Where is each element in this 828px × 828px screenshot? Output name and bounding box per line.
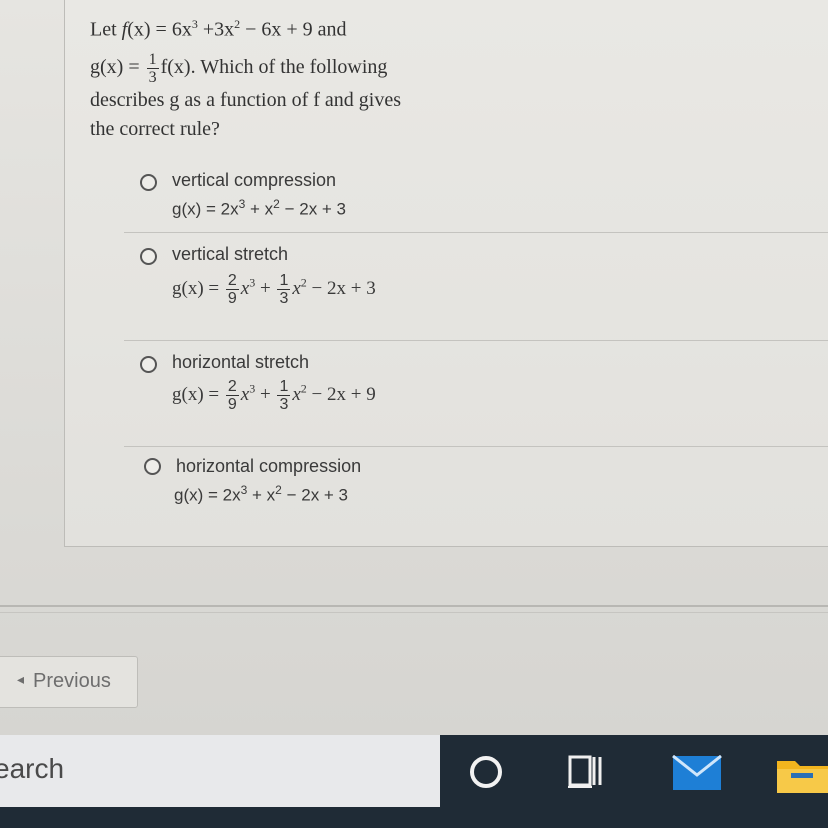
- f-frac-1: 29: [225, 272, 239, 307]
- windows-taskbar: earch: [0, 735, 828, 828]
- footer-divider: [0, 605, 828, 607]
- question-line-4: the correct rule?: [90, 117, 220, 140]
- q-fraction: 13: [146, 50, 159, 86]
- radio-button[interactable]: [144, 458, 161, 475]
- option-vertical-stretch[interactable]: vertical stretch g(x) = 2 9 x3 + 1 3 x2 − 2x…: [128, 244, 828, 338]
- question-line-1: Let f(x) = 6x3 +3x2 − 6x + 9 and: [90, 10, 490, 45]
- option-label: vertical compression: [172, 170, 337, 190]
- task-view-icon[interactable]: [568, 753, 606, 789]
- f-n2: 1: [277, 272, 291, 290]
- f-d1: 9: [227, 396, 237, 413]
- cortana-icon[interactable]: [470, 756, 502, 788]
- q-frac-num: 1: [146, 50, 159, 69]
- option-formula: g(x) = 2x3 + x2 − 2x + 3: [172, 197, 346, 220]
- f-plus: +: [255, 277, 276, 299]
- taskbar-search-box[interactable]: earch: [0, 735, 440, 807]
- q-rest: − 6x + 9 and: [240, 18, 347, 41]
- f-x1: x: [240, 277, 250, 299]
- option-horizontal-compression[interactable]: horizontal compression g(x) = 2x3 + x2 −…: [128, 456, 828, 512]
- option-label: vertical stretch: [172, 244, 289, 264]
- q-mid: +3x: [197, 18, 235, 41]
- q-frac-den: 3: [148, 68, 157, 86]
- question-line-3: describes g as a function of f and gives: [90, 88, 402, 111]
- f-n1: 2: [225, 272, 239, 290]
- f-d2: 3: [279, 396, 289, 413]
- radio-button[interactable]: [140, 356, 157, 373]
- option-formula: g(x) = 2 9 x3 + 1 3 x2 − 2x + 9: [172, 378, 376, 413]
- f-d2: 3: [279, 290, 289, 307]
- previous-label: Previous: [33, 670, 111, 692]
- q-let: Let: [90, 18, 122, 41]
- option-formula: g(x) = 2x3 + x2 − 2x + 3: [174, 483, 348, 506]
- f-g: g(x) =: [172, 383, 224, 405]
- q-g: g(x) =: [90, 55, 145, 78]
- option-label: horizontal stretch: [172, 352, 310, 372]
- option-divider: [124, 446, 828, 447]
- f-frac-2: 13: [277, 272, 291, 307]
- f-b: + x: [245, 199, 274, 219]
- f-c: − 2x + 3: [281, 485, 349, 505]
- option-formula: g(x) = 2 9 x3 + 1 3 x2 − 2x + 3: [172, 272, 376, 307]
- f-x2: x: [292, 383, 301, 405]
- file-explorer-icon[interactable]: [775, 755, 828, 795]
- f-n2: 1: [277, 378, 291, 396]
- left-arrow-icon: ◂: [17, 671, 25, 687]
- f-frac-1: 29: [225, 378, 239, 413]
- question-text: Let f(x) = 6x3 +3x2 − 6x + 9 and g(x) = …: [90, 10, 490, 144]
- q-args: (x) = 6x: [127, 18, 192, 41]
- f-g: g(x) =: [172, 277, 224, 299]
- previous-button[interactable]: ◂ Previous: [0, 656, 138, 708]
- footer-divider-shadow: [0, 612, 828, 613]
- f-e2: 2: [273, 197, 280, 211]
- search-placeholder: earch: [0, 753, 65, 784]
- f-plus: +: [255, 383, 276, 405]
- option-label: horizontal compression: [176, 456, 362, 476]
- f-a: g(x) = 2x: [174, 485, 241, 505]
- f-e2: 2: [275, 483, 282, 497]
- option-horizontal-stretch[interactable]: horizontal stretch g(x) = 2 9 x3 + 1 3 x2 − …: [128, 352, 828, 444]
- f-c: − 2x + 3: [279, 199, 347, 219]
- quiz-page: Let f(x) = 6x3 +3x2 − 6x + 9 and g(x) = …: [0, 0, 828, 735]
- f-n1: 2: [225, 378, 239, 396]
- f-tail: − 2x + 3: [306, 277, 376, 299]
- f-frac-2: 13: [277, 378, 291, 413]
- f-x2: x: [292, 277, 301, 299]
- f-b: + x: [247, 485, 276, 505]
- f-a: g(x) = 2x: [172, 199, 239, 219]
- question-line-2: g(x) = 1 3 f(x). Which of the following: [90, 51, 490, 86]
- option-vertical-compression[interactable]: vertical compression g(x) = 2x3 + x2 − 2…: [128, 170, 828, 228]
- q-line2-rest: f(x). Which of the following: [160, 55, 388, 78]
- option-divider: [124, 340, 828, 341]
- f-x1: x: [240, 383, 250, 405]
- f-d1: 9: [227, 290, 237, 307]
- mail-icon[interactable]: [672, 754, 722, 791]
- radio-button[interactable]: [140, 174, 157, 191]
- f-tail: − 2x + 9: [306, 383, 376, 405]
- option-divider: [124, 232, 828, 233]
- radio-button[interactable]: [140, 248, 157, 265]
